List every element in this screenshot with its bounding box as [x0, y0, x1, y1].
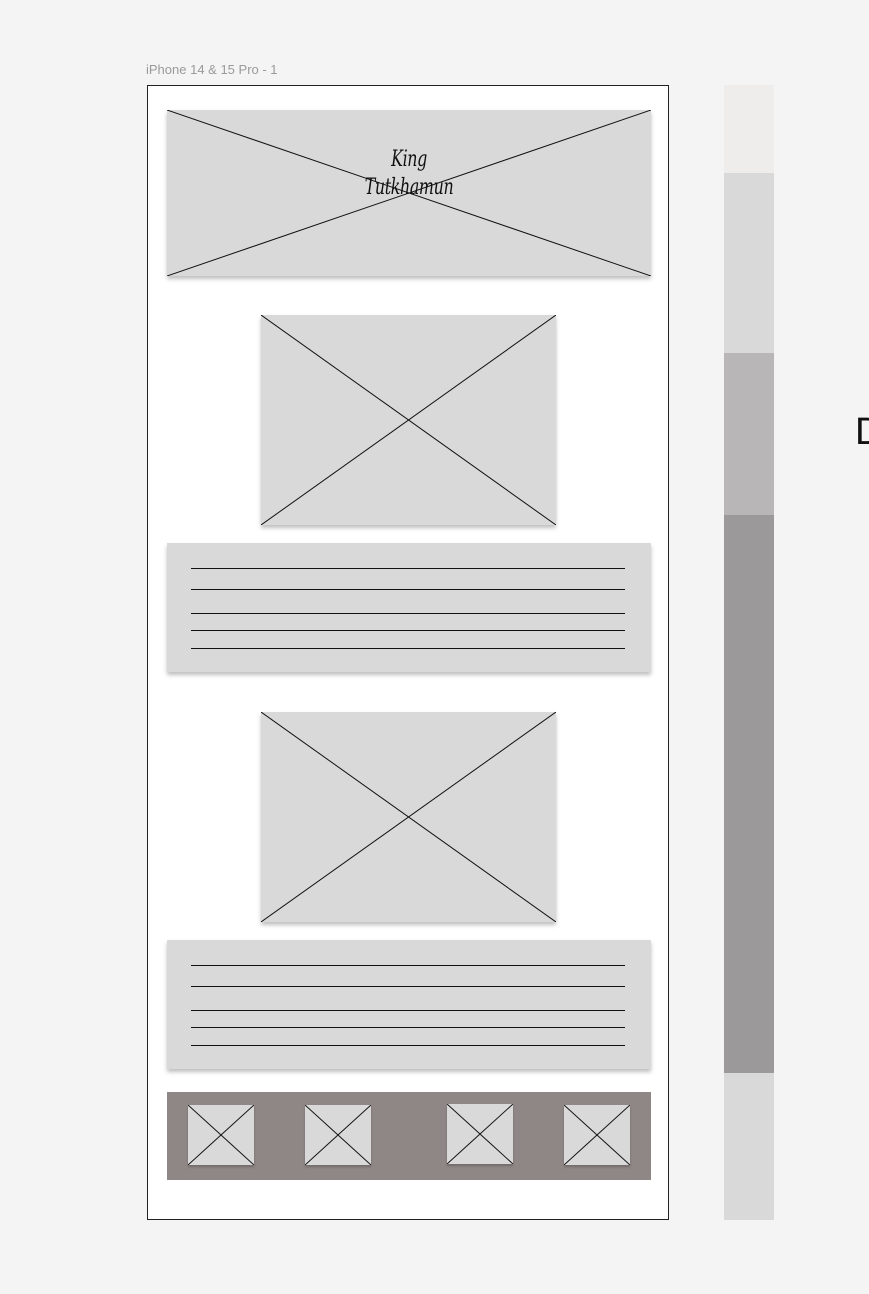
image-placeholder-1[interactable] — [261, 315, 556, 525]
text-line — [191, 965, 625, 966]
placeholder-cross-icon — [261, 712, 556, 922]
text-line — [191, 1045, 625, 1046]
thumbnail-placeholder-2[interactable] — [305, 1105, 371, 1165]
text-line — [191, 1010, 625, 1011]
placeholder-cross-icon — [188, 1105, 254, 1165]
text-line — [191, 630, 625, 631]
thumbnail-placeholder-1[interactable] — [188, 1105, 254, 1165]
hero-title: King Tutkhamun — [235, 146, 583, 202]
placeholder-cross-icon — [305, 1105, 371, 1165]
color-swatch-column[interactable] — [724, 85, 774, 1220]
text-line — [191, 1027, 625, 1028]
text-line — [191, 568, 625, 569]
text-line — [191, 648, 625, 649]
thumbnail-placeholder-3[interactable] — [447, 1104, 513, 1164]
color-swatch-5[interactable] — [724, 1073, 774, 1220]
placeholder-cross-icon — [447, 1104, 513, 1164]
hero-title-line-1: King — [391, 147, 427, 172]
image-placeholder-2[interactable] — [261, 712, 556, 922]
text-line — [191, 589, 625, 590]
thumbnail-placeholder-4[interactable] — [564, 1105, 630, 1165]
color-swatch-3[interactable] — [724, 353, 774, 515]
color-swatch-1[interactable] — [724, 85, 774, 173]
thumbnail-bar[interactable] — [167, 1092, 651, 1180]
frame-label[interactable]: iPhone 14 & 15 Pro - 1 — [146, 62, 278, 77]
iphone-frame[interactable]: King Tutkhamun — [147, 85, 669, 1220]
placeholder-cross-icon — [261, 315, 556, 525]
color-swatch-4[interactable] — [724, 515, 774, 1073]
text-line — [191, 986, 625, 987]
placeholder-cross-icon — [564, 1105, 630, 1165]
clipped-edge-text: D — [855, 411, 869, 453]
hero-title-line-2: Tutkhamun — [364, 175, 454, 200]
color-swatch-2[interactable] — [724, 173, 774, 353]
text-block-placeholder-2[interactable] — [167, 940, 651, 1069]
hero-image-placeholder[interactable]: King Tutkhamun — [167, 110, 651, 276]
text-block-placeholder-1[interactable] — [167, 543, 651, 672]
text-line — [191, 613, 625, 614]
